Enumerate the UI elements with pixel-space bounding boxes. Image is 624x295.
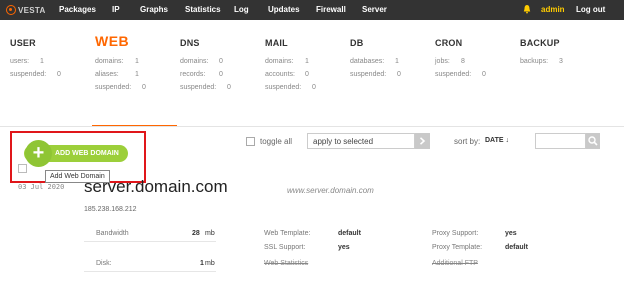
proxy-template-value: default bbox=[505, 244, 528, 251]
stat-suspended-value: 0 bbox=[397, 71, 401, 78]
stat-suspended-label: suspended: bbox=[180, 84, 217, 91]
stat-suspended-value: 0 bbox=[312, 84, 316, 91]
toggle-all-label[interactable]: toggle all bbox=[260, 137, 292, 146]
vesta-logo-icon bbox=[6, 5, 16, 15]
stat-backups-label: backups: bbox=[520, 58, 549, 65]
bulk-action-selected-value: apply to selected bbox=[313, 137, 374, 146]
ssl-support-value: yes bbox=[338, 244, 350, 251]
domain-name[interactable]: server.domain.com bbox=[84, 177, 228, 197]
disk-usage-bar bbox=[84, 271, 216, 272]
stat-databases-value: 1 bbox=[395, 58, 399, 65]
stat-suspended-value: 0 bbox=[142, 84, 146, 91]
stat-domains-label: domains: bbox=[180, 58, 209, 65]
nav-ip[interactable]: IP bbox=[112, 5, 120, 14]
additional-ftp-disabled: Additional FTP bbox=[432, 260, 478, 267]
web-template-value: default bbox=[338, 230, 361, 237]
domain-created-date: 03 Jul 2020 bbox=[18, 183, 65, 191]
section-divider bbox=[0, 126, 624, 127]
disk-unit: mb bbox=[205, 260, 215, 267]
disk-label: Disk: bbox=[96, 260, 112, 267]
bandwidth-unit: mb bbox=[205, 230, 215, 237]
stat-suspended-label: suspended: bbox=[95, 84, 132, 91]
sort-by-label: sort by: bbox=[454, 137, 481, 146]
bulk-action-select[interactable]: apply to selected bbox=[307, 133, 415, 149]
toggle-all-checkbox[interactable] bbox=[246, 137, 255, 146]
panel-title-db: DB bbox=[350, 38, 364, 48]
nav-log[interactable]: Log bbox=[234, 5, 249, 14]
logo-text: VESTA bbox=[18, 5, 46, 15]
stat-records-label: records: bbox=[180, 71, 206, 78]
panel-title-user: USER bbox=[10, 38, 36, 48]
search-input[interactable] bbox=[535, 133, 586, 149]
vesta-logo[interactable]: VESTA bbox=[6, 4, 46, 16]
search-button[interactable] bbox=[586, 133, 600, 149]
stat-aliases-label: aliases: bbox=[95, 71, 119, 78]
stats-user-panel[interactable]: USER users: 1 suspended: 0 bbox=[10, 20, 80, 127]
nav-updates[interactable]: Updates bbox=[268, 5, 300, 14]
sort-by-selector[interactable]: DATE ↓ bbox=[485, 137, 509, 144]
web-template-label: Web Template: bbox=[264, 230, 311, 237]
stat-suspended-value: 0 bbox=[57, 71, 61, 78]
bulk-action-apply-button[interactable] bbox=[415, 133, 430, 149]
chevron-right-icon bbox=[419, 137, 426, 145]
stat-suspended-label: suspended: bbox=[435, 71, 472, 78]
domain-ip: 185.238.168.212 bbox=[84, 206, 137, 213]
row-select-checkbox[interactable] bbox=[18, 164, 27, 173]
panel-title-dns: DNS bbox=[180, 38, 200, 48]
nav-firewall[interactable]: Firewall bbox=[316, 5, 346, 14]
stats-db-panel[interactable]: DB databases: 1 suspended: 0 bbox=[350, 20, 430, 127]
panel-title-cron: CRON bbox=[435, 38, 463, 48]
stat-databases-label: databases: bbox=[350, 58, 385, 65]
stat-suspended-value: 0 bbox=[482, 71, 486, 78]
logout-link[interactable]: Log out bbox=[576, 5, 605, 14]
stat-domains-label: domains: bbox=[95, 58, 124, 65]
disk-value: 1 bbox=[200, 260, 204, 267]
stat-jobs-value: 8 bbox=[461, 58, 465, 65]
domain-alias: www.server.domain.com bbox=[287, 186, 374, 195]
proxy-support-value: yes bbox=[505, 230, 517, 237]
stats-backup-panel[interactable]: BACKUP backups: 3 bbox=[520, 20, 600, 127]
stats-cron-panel[interactable]: CRON jobs: 8 suspended: 0 bbox=[435, 20, 515, 127]
stat-domains-value: 0 bbox=[219, 58, 223, 65]
search-icon bbox=[588, 136, 598, 146]
bandwidth-usage-bar bbox=[84, 241, 216, 242]
web-statistics-disabled: Web Statistics bbox=[264, 260, 309, 267]
stat-jobs-label: jobs: bbox=[435, 58, 450, 65]
nav-statistics[interactable]: Statistics bbox=[185, 5, 221, 14]
stat-accounts-label: accounts: bbox=[265, 71, 295, 78]
ssl-support-label: SSL Support: bbox=[264, 244, 306, 251]
stat-backups-value: 3 bbox=[559, 58, 563, 65]
stat-suspended-label: suspended: bbox=[350, 71, 387, 78]
nav-server[interactable]: Server bbox=[362, 5, 387, 14]
stats-web-panel[interactable]: WEB domains: 1 aliases: 1 suspended: 0 bbox=[95, 20, 175, 127]
nav-packages[interactable]: Packages bbox=[59, 5, 96, 14]
stat-records-value: 0 bbox=[219, 71, 223, 78]
bandwidth-value: 28 bbox=[192, 230, 200, 237]
stat-domains-value: 1 bbox=[135, 58, 139, 65]
stat-suspended-label: suspended: bbox=[10, 71, 47, 78]
proxy-template-label: Proxy Template: bbox=[432, 244, 483, 251]
stat-suspended-label: suspended: bbox=[265, 84, 302, 91]
stat-aliases-value: 1 bbox=[135, 71, 139, 78]
stat-domains-label: domains: bbox=[265, 58, 294, 65]
top-navigation: VESTA Packages IP Graphs Statistics Log … bbox=[0, 0, 624, 20]
stats-dns-panel[interactable]: DNS domains: 0 records: 0 suspended: 0 bbox=[180, 20, 260, 127]
stats-mail-panel[interactable]: MAIL domains: 1 accounts: 0 suspended: 0 bbox=[265, 20, 345, 127]
bandwidth-label: Bandwidth bbox=[96, 230, 129, 237]
nav-graphs[interactable]: Graphs bbox=[140, 5, 168, 14]
panel-title-backup: BACKUP bbox=[520, 38, 560, 48]
panel-title-mail: MAIL bbox=[265, 38, 288, 48]
stat-domains-value: 1 bbox=[305, 58, 309, 65]
stat-suspended-value: 0 bbox=[227, 84, 231, 91]
stat-users-value: 1 bbox=[40, 58, 44, 65]
proxy-support-label: Proxy Support: bbox=[432, 230, 479, 237]
stat-accounts-value: 0 bbox=[305, 71, 309, 78]
stat-users-label: users: bbox=[10, 58, 30, 65]
panel-title-web: WEB bbox=[95, 33, 130, 49]
current-user-link[interactable]: admin bbox=[541, 5, 565, 14]
notification-bell-icon[interactable] bbox=[523, 4, 531, 14]
